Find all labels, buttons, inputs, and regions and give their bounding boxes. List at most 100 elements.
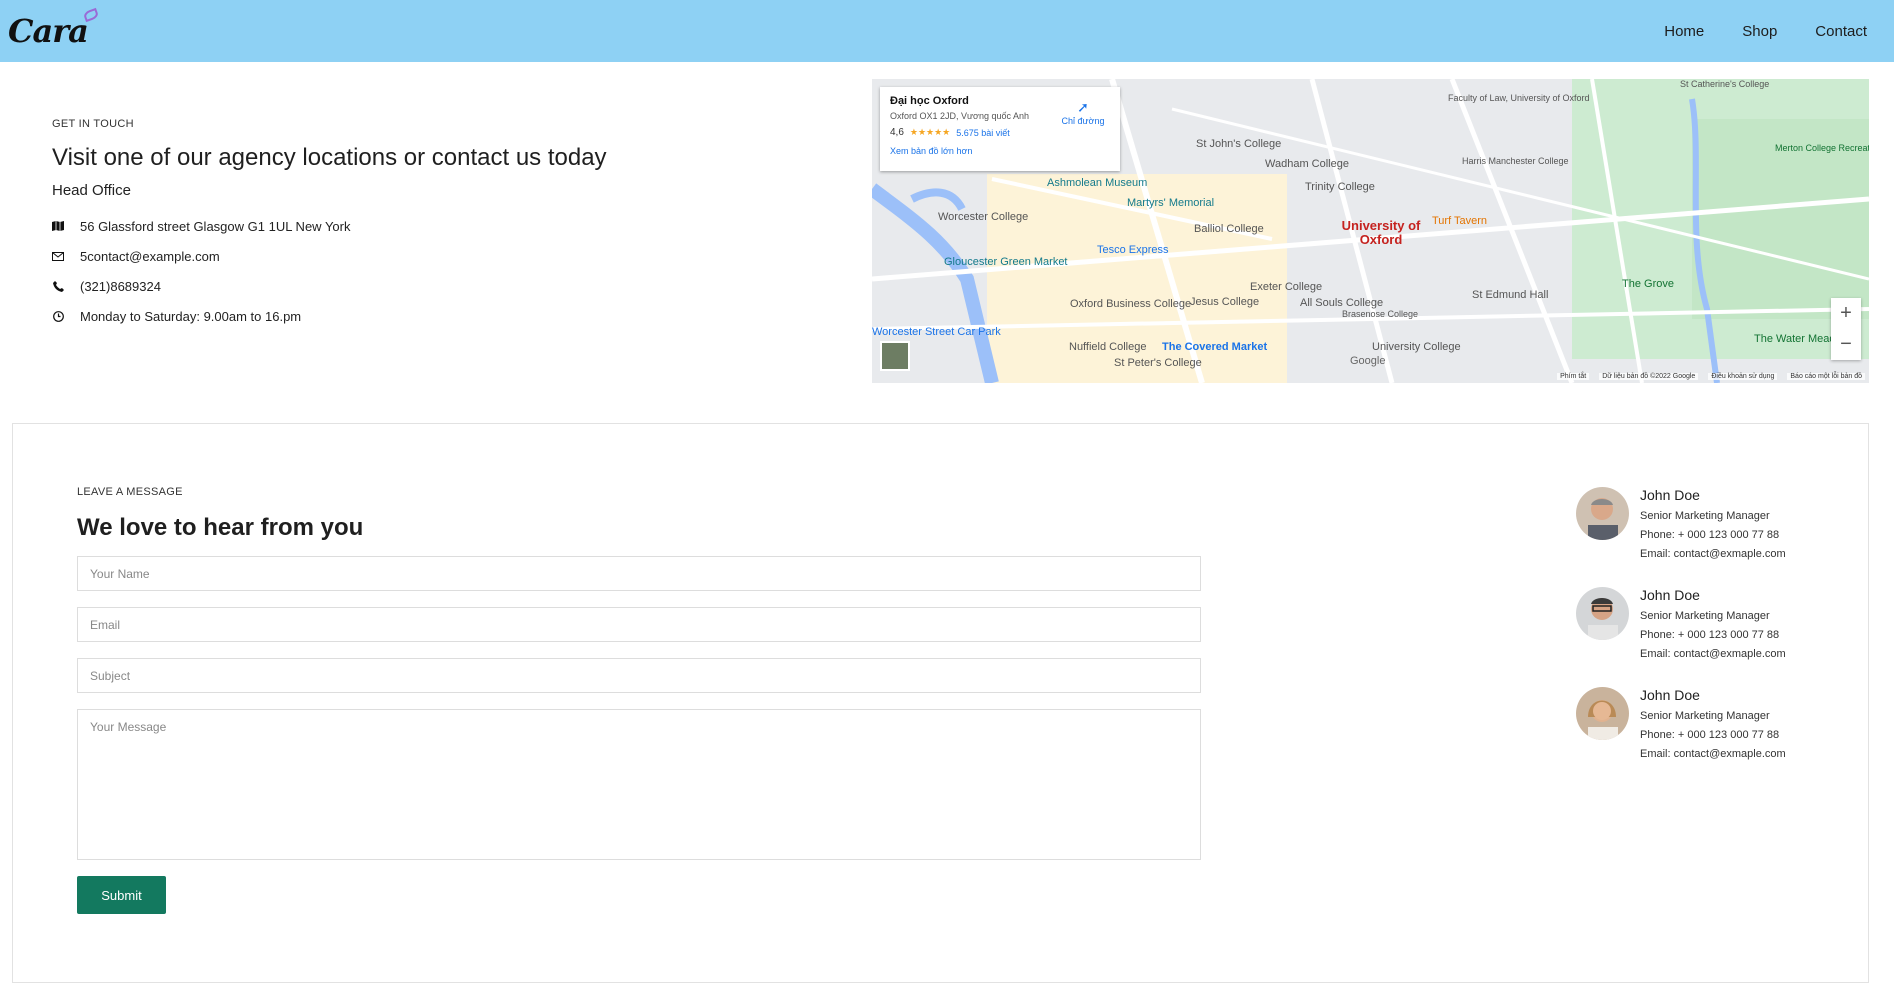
satellite-toggle[interactable] [880,341,910,371]
map-label-tesco: Tesco Express [1097,244,1169,256]
map-label-car-park: Worcester Street Car Park [872,326,1001,338]
place-rating-row: 4,6 ★★★★★ 5.675 bài viết [890,127,1110,138]
office-label: Head Office [52,182,131,199]
logo-text: Cara [8,12,89,50]
team-member: John Doe Senior Marketing Manager Phone:… [1576,487,1866,587]
map-label-university: University of Oxford [1341,218,1421,247]
place-reviews-link[interactable]: 5.675 bài viết [956,128,1010,138]
map-label-merton: Merton College Recreation Ground [1775,143,1869,153]
map-label-business-college: Oxford Business College [1070,298,1192,310]
leave-message-kicker: LEAVE A MESSAGE [77,486,183,498]
team-contacts: John Doe Senior Marketing Manager Phone:… [1576,487,1866,787]
team-member-info: John Doe Senior Marketing Manager Phone:… [1640,487,1786,587]
phone-row: (321)8689324 [52,271,832,301]
phone-text: (321)8689324 [80,278,161,294]
map-icon [52,220,64,232]
team-member: John Doe Senior Marketing Manager Phone:… [1576,687,1866,787]
contact-form: LEAVE A MESSAGE We love to hear from you… [77,486,1201,914]
hours-text: Monday to Saturday: 9.00am to 16.pm [80,308,302,324]
directions-button[interactable]: ➚ Chỉ đường [1058,99,1108,126]
member-phone: Phone: + 000 123 000 77 88 [1640,529,1780,541]
name-input[interactable]: Your Name [77,556,1201,591]
google-map[interactable]: Ashmolean Museum Worcester College Tesco… [872,79,1869,383]
member-role: Senior Marketing Manager [1640,710,1770,722]
member-email: Email: contact@exmaple.com [1640,548,1786,560]
map-label-worcester: Worcester College [938,211,1029,223]
email-text: 5contact@example.com [80,248,220,264]
email-input[interactable]: Email [77,607,1201,642]
map-label-harris-manchester: Harris Manchester College [1462,156,1569,166]
map-label-balliol: Balliol College [1194,223,1264,235]
place-rating: 4,6 [890,127,904,138]
larger-map-link[interactable]: Xem bản đồ lớn hơn [890,146,1110,156]
map-data-credit: Dữ liệu bản đồ ©2022 Google [1599,372,1699,380]
map-label-covered-market: The Covered Market [1162,341,1268,353]
member-name: John Doe [1640,687,1700,703]
map-label-gloucester-green: Gloucester Green Market [944,256,1068,268]
map-label-all-souls: All Souls College [1300,297,1384,309]
member-name: John Doe [1640,587,1700,603]
zoom-in-button[interactable]: + [1840,302,1852,325]
zoom-out-button[interactable]: − [1840,333,1852,356]
nav-home-link[interactable]: Home [1664,23,1704,40]
map-label-brasenose: Brasenose College [1342,309,1419,319]
address-text: 56 Glassford street Glasgow G1 1UL New Y… [80,218,351,234]
map-report-link[interactable]: Báo cáo một lỗi bản đồ [1787,372,1865,380]
star-rating-icon: ★★★★★ [909,127,951,137]
subject-input[interactable]: Subject [77,658,1201,693]
contact-info: GET IN TOUCH Visit one of our agency loc… [52,118,832,331]
directions-label: Chỉ đường [1061,116,1105,126]
map-label-st-edmund: St Edmund Hall [1472,289,1549,301]
team-member-info: John Doe Senior Marketing Manager Phone:… [1640,587,1786,687]
map-footer: Phím tắt Dữ liệu bản đồ ©2022 Google Điề… [872,369,1869,383]
map-shortcuts-link[interactable]: Phím tắt [1557,372,1590,380]
map-label-university-college: University College [1372,341,1461,353]
map-label-ashmolean: Ashmolean Museum [1047,177,1148,189]
member-phone: Phone: + 000 123 000 77 88 [1640,729,1780,741]
message-textarea[interactable]: Your Message [77,709,1201,860]
map-label-st-peters: St Peter's College [1114,357,1202,369]
contact-title: Visit one of our agency locations or con… [52,144,607,171]
team-member: John Doe Senior Marketing Manager Phone:… [1576,587,1866,687]
get-in-touch-kicker: GET IN TOUCH [52,118,134,130]
address-row: 56 Glassford street Glasgow G1 1UL New Y… [52,211,832,241]
nav-shop-link[interactable]: Shop [1742,23,1777,40]
google-logo: Google [1350,355,1386,367]
nav-contact-link[interactable]: Contact [1815,23,1867,40]
map-label-nuffield: Nuffield College [1069,341,1147,353]
email-row: 5contact@example.com [52,241,832,271]
map-terms-link[interactable]: Điều khoản sử dụng [1708,372,1778,380]
envelope-icon [52,250,64,262]
main-nav: Home Shop Contact [1664,23,1867,40]
form-title: We love to hear from you [77,514,364,541]
directions-icon: ➚ [1077,99,1089,115]
map-label-trinity: Trinity College [1305,181,1375,193]
hours-row: Monday to Saturday: 9.00am to 16.pm [52,301,832,331]
map-label-st-catherines: St Catherine's College [1680,79,1770,89]
map-label-the-grove: The Grove [1622,278,1674,290]
member-role: Senior Marketing Manager [1640,610,1770,622]
submit-button[interactable]: Submit [77,876,166,914]
member-email: Email: contact@exmaple.com [1640,648,1786,660]
zoom-control: + − [1831,298,1861,360]
avatar [1576,487,1629,540]
map-label-wadham: Wadham College [1265,158,1349,170]
map-place-card: Đại học Oxford Oxford OX1 2JD, Vương quố… [880,87,1120,171]
member-email: Email: contact@exmaple.com [1640,748,1786,760]
member-phone: Phone: + 000 123 000 77 88 [1640,629,1780,641]
phone-icon [52,280,64,292]
member-name: John Doe [1640,487,1700,503]
clock-icon [52,310,64,322]
member-role: Senior Marketing Manager [1640,510,1770,522]
site-header: Cara Home Shop Contact [0,0,1894,62]
avatar [1576,687,1629,740]
map-label-jesus: Jesus College [1190,296,1260,308]
avatar [1576,587,1629,640]
map-label-martyrs: Martyrs' Memorial [1127,197,1215,209]
team-member-info: John Doe Senior Marketing Manager Phone:… [1640,687,1786,787]
logo[interactable]: Cara [8,7,100,50]
map-label-exeter: Exeter College [1250,281,1323,293]
logo-leaf-icon [82,7,100,23]
map-label-faculty-law: Faculty of Law, University of Oxford [1448,93,1590,103]
contact-list: 56 Glassford street Glasgow G1 1UL New Y… [52,211,832,331]
